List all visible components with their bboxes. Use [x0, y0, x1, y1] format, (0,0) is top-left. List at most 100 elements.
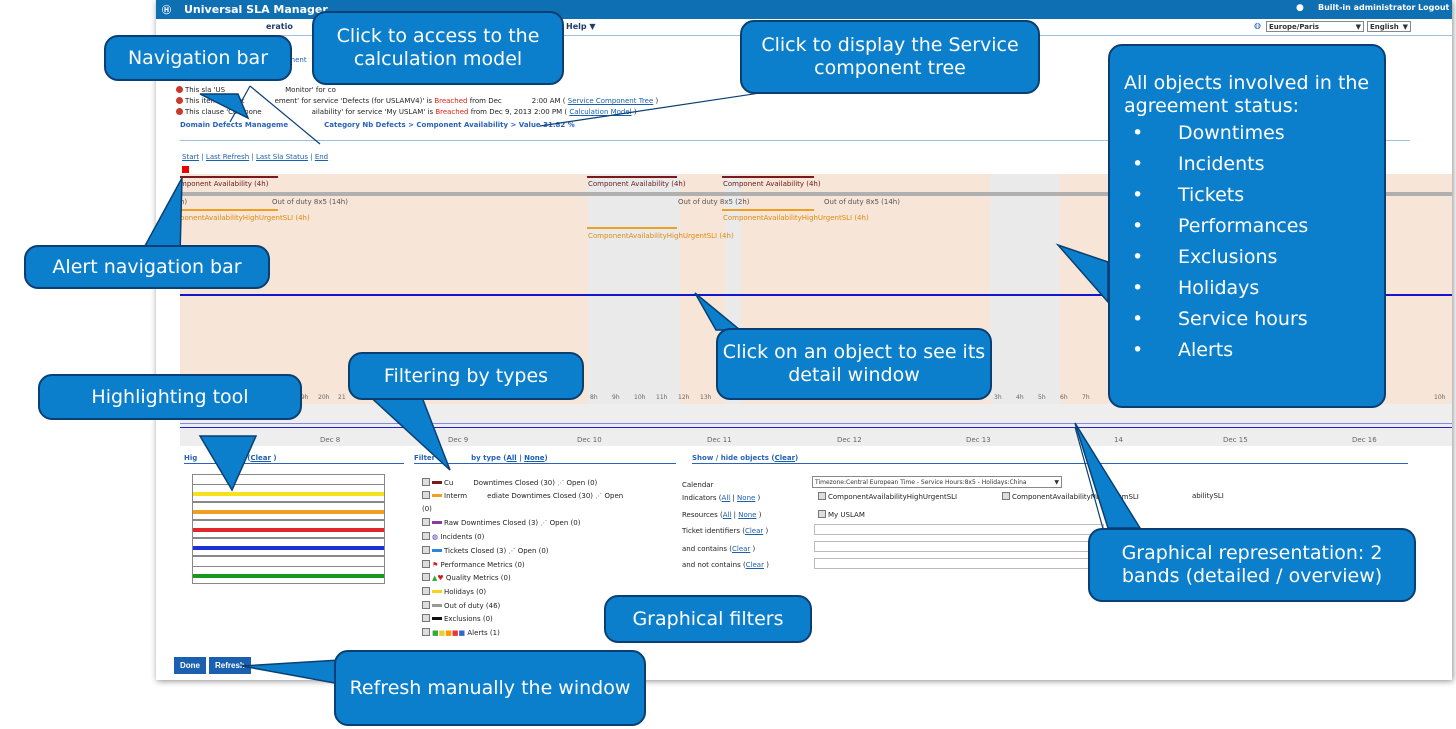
filter-row-quality[interactable]: ▲♥ Quality Metrics (0) [422, 573, 511, 582]
day-label: Dec 8 [320, 436, 341, 444]
filter-all-link[interactable]: All [506, 454, 516, 462]
downtime-label[interactable]: Component Availability (4h) [588, 180, 686, 188]
globe-icon: ◍ [1254, 21, 1261, 30]
hour-tick: 21 [338, 394, 346, 401]
menu-help[interactable]: Help ▼ [566, 22, 596, 31]
nav-last-refresh-link[interactable]: Last Refresh [206, 153, 249, 161]
hour-tick: 5h [1038, 394, 1046, 401]
hour-tick: 4h [1016, 394, 1024, 401]
resources-none-link[interactable]: None [738, 511, 756, 519]
status-dot-icon [176, 86, 183, 93]
contains-clear-link[interactable]: Clear [732, 545, 750, 553]
timezone-select[interactable]: Europe/Paris ▼ [1266, 21, 1364, 32]
show-clear-link[interactable]: Clear [775, 454, 795, 462]
not-contains-input[interactable] [814, 558, 1104, 569]
not-contains-clear-link[interactable]: Clear [746, 561, 764, 569]
sli-bar[interactable] [180, 209, 278, 211]
out-of-duty-label[interactable]: Out of duty 8x5 (14h) [272, 198, 348, 206]
sli-label[interactable]: ponentAvailabilityHighUrgentSLI (4h) [180, 214, 310, 222]
menu-operations[interactable]: eratio [266, 22, 293, 31]
nav-end-link[interactable]: End [315, 153, 328, 161]
sli-bar[interactable] [722, 209, 814, 211]
nav-start-link[interactable]: Start [182, 153, 199, 161]
filter-row-exclusions[interactable]: Exclusions (0) [422, 614, 493, 623]
callout-graphical-filters: Graphical filters [604, 595, 812, 643]
day-label: 14 [1114, 436, 1123, 444]
sli-label[interactable]: ComponentAvailabilityHighUrgentSLI (4h) [588, 232, 734, 240]
resources-row: Resources (All | None ) [682, 511, 762, 519]
overview-line [180, 423, 1452, 424]
filter-row-outofduty[interactable]: Out of duty (46) [422, 601, 500, 610]
filter-row-alerts[interactable]: ■■■■■ Alerts (1) [422, 628, 500, 637]
indicators-row: Indicators (All | None ) [682, 494, 761, 502]
filter-row-tickets[interactable]: Tickets Closed (3) ⋰ Open (0) [422, 546, 549, 555]
day-label: Dec 11 [707, 436, 732, 444]
downtime-label[interactable]: Component Availability (4h) [723, 180, 821, 188]
logout-link[interactable]: Logout [1418, 3, 1449, 12]
out-of-duty-label[interactable]: Out of duty 8x5 (2h) [678, 198, 750, 206]
nav-last-sla-status-link[interactable]: Last Sla Status [256, 153, 308, 161]
callout-object-item: • Alerts [1132, 339, 1234, 361]
done-button[interactable]: Done [174, 657, 206, 674]
calculation-model-link[interactable]: Calculation Model [569, 108, 631, 116]
hp-logo-icon: Ⓗ [162, 6, 172, 16]
user-name[interactable]: Built-in administrator [1318, 3, 1415, 12]
indicators-all-link[interactable]: All [722, 494, 731, 502]
highlight-color-3[interactable] [192, 502, 385, 520]
filter-row-intermediate[interactable]: Interm ediate Downtimes Closed (30) ⋰ Ope… [422, 491, 623, 500]
highlight-color-5[interactable] [192, 538, 385, 556]
downtime-bar[interactable] [587, 176, 677, 178]
filter-row-performance[interactable]: ⚑ Performance Metrics (0) [422, 560, 525, 569]
highlight-color-2[interactable] [192, 484, 385, 502]
day-label: Dec 13 [966, 436, 991, 444]
alert-marker[interactable] [182, 166, 189, 173]
chevron-down-icon: ▼ [1054, 479, 1059, 486]
downtime-bar[interactable] [722, 176, 814, 178]
calendar-select[interactable]: Timezone:Central European Time - Service… [812, 476, 1062, 488]
status-line-sla: This sla 'US Monitor' for co [176, 86, 336, 94]
refresh-button[interactable]: Refresh [209, 657, 251, 674]
highlight-color-7[interactable] [192, 566, 385, 584]
downtime-label[interactable]: mponent Availability (4h) [180, 180, 268, 188]
resources-all-link[interactable]: All [723, 511, 732, 519]
sli-label[interactable]: ComponentAvailabilityHighUrgentSLI (4h) [723, 214, 869, 222]
callout-filtering: Filtering by types [348, 352, 584, 400]
filter-row-raw[interactable]: Raw Downtimes Closed (3) ⋰ Open (0) [422, 518, 580, 527]
timeline-stripe [588, 174, 680, 404]
day-label: Dec 9 [448, 436, 469, 444]
sli-bar[interactable] [587, 227, 677, 229]
indicator-check-1[interactable]: ComponentAvailabilityHighUrgentSLI [818, 492, 957, 501]
indicators-none-link[interactable]: None [737, 494, 755, 502]
hour-tick: 11h [656, 394, 668, 401]
callout-navigation-bar: Navigation bar [104, 35, 292, 81]
filter-row-holidays[interactable]: Holidays (0) [422, 587, 486, 596]
indicator-check-2[interactable]: ComponentAvailabilityNbMediumSLI [1002, 492, 1139, 501]
filter-row-incidents[interactable]: ◍ Incidents (0) [422, 532, 484, 541]
ticket-identifiers-row: Ticket identifiers (Clear ) [682, 527, 769, 535]
ticket-identifiers-input[interactable] [814, 524, 1104, 535]
timeline-overview-band[interactable] [180, 404, 1452, 446]
out-of-duty-label[interactable]: Out of duty 8x5 (14h) [824, 198, 900, 206]
callout-refresh: Refresh manually the window [334, 650, 646, 726]
callout-calculation-model: Click to access to the calculation model [312, 11, 564, 85]
callout-objects-title: All objects involved in the agreement st… [1124, 72, 1370, 117]
resource-check[interactable]: My USLAM [818, 510, 865, 519]
highlight-clear-link[interactable]: Clear [250, 454, 270, 462]
service-component-tree-link[interactable]: Service Component Tree [568, 97, 654, 105]
contains-input[interactable] [814, 541, 1104, 552]
ticket-clear-link[interactable]: Clear [745, 527, 763, 535]
language-select[interactable]: English ▼ [1367, 21, 1411, 32]
language-value: English [1370, 23, 1399, 31]
chevron-down-icon: ▼ [1402, 23, 1408, 31]
app-title: Universal SLA Manager [184, 3, 328, 16]
callout-highlighting: Highlighting tool [38, 374, 302, 420]
downtime-bar[interactable] [180, 176, 278, 178]
out-of-duty-label[interactable]: h) [180, 198, 187, 206]
filter-none-link[interactable]: None [524, 454, 544, 462]
filter-row-downtimes[interactable]: Cu Downtimes Closed (30) ⋰ Open (0) [422, 478, 597, 487]
timezone-value: Europe/Paris [1269, 23, 1320, 31]
hour-tick: 10h [634, 394, 646, 401]
calendar-label: Calendar [682, 481, 714, 489]
callout-object-item: • Holidays [1132, 277, 1260, 299]
highlight-color-4[interactable] [192, 520, 385, 538]
